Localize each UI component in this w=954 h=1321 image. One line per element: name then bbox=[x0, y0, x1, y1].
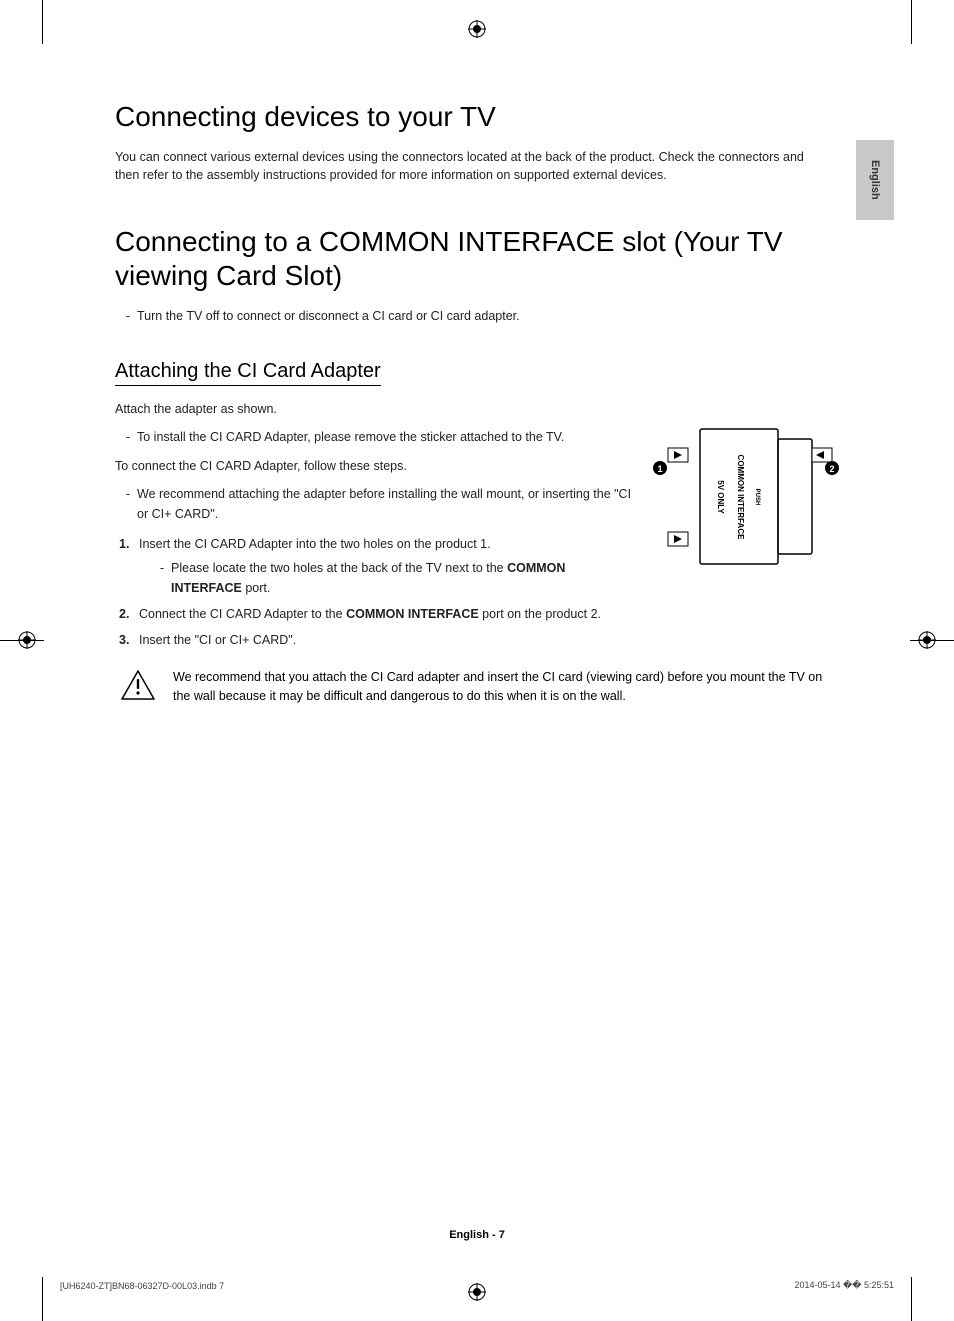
callout-label: 2 bbox=[829, 464, 834, 474]
language-tab-label: English bbox=[869, 160, 881, 200]
callout-label: 1 bbox=[657, 464, 662, 474]
step-text: Insert the "CI or CI+ CARD". bbox=[139, 630, 830, 650]
footer-filename: [UH6240-ZT]BN68-06327D-00L03.indb 7 bbox=[60, 1281, 224, 1291]
section1-title: Connecting devices to your TV bbox=[115, 100, 830, 134]
warning-icon bbox=[121, 670, 155, 700]
dash-bullet: - bbox=[119, 427, 137, 447]
list-text: Turn the TV off to connect or disconnect… bbox=[137, 306, 830, 326]
step-number: 1. bbox=[119, 534, 139, 598]
section2-title: Connecting to a COMMON INTERFACE slot (Y… bbox=[115, 225, 830, 292]
warning-text: We recommend that you attach the CI Card… bbox=[173, 668, 830, 706]
list-text: We recommend attaching the adapter befor… bbox=[137, 484, 635, 524]
step-number: 2. bbox=[119, 604, 139, 624]
list-item: - We recommend attaching the adapter bef… bbox=[119, 484, 635, 524]
section3-p2: To connect the CI CARD Adapter, follow t… bbox=[115, 457, 635, 476]
warning-note: We recommend that you attach the CI Card… bbox=[115, 668, 830, 706]
list-item: - Turn the TV off to connect or disconne… bbox=[119, 306, 830, 326]
list-text: To install the CI CARD Adapter, please r… bbox=[137, 427, 635, 447]
step-text: Insert the CI CARD Adapter into the two … bbox=[139, 537, 491, 551]
section3-heading: Attaching the CI Card Adapter bbox=[115, 360, 381, 386]
registration-mark-icon bbox=[468, 1283, 486, 1301]
list-item: - To install the CI CARD Adapter, please… bbox=[119, 427, 635, 447]
list-item: 1. Insert the CI CARD Adapter into the t… bbox=[119, 534, 635, 598]
crop-mark bbox=[911, 0, 912, 44]
figure-label: COMMON INTERFACE bbox=[736, 455, 745, 541]
page-content: Connecting devices to your TV You can co… bbox=[115, 100, 830, 705]
figure-label: PUSH bbox=[754, 489, 760, 506]
registration-mark-icon bbox=[18, 631, 36, 649]
ci-adapter-diagram: COMMON INTERFACE 5V ONLY PUSH 1 2 bbox=[650, 424, 840, 574]
dash-bullet: - bbox=[119, 484, 137, 524]
section1-intro: You can connect various external devices… bbox=[115, 148, 830, 186]
dash-bullet: - bbox=[119, 306, 137, 326]
figure-label: 5V ONLY bbox=[716, 481, 725, 515]
crop-mark bbox=[911, 1277, 912, 1321]
language-tab: English bbox=[856, 140, 894, 220]
footer-timestamp: 2014-05-14 �� 5:25:51 bbox=[794, 1280, 894, 1291]
step-text: Connect the CI CARD Adapter to the COMMO… bbox=[139, 604, 830, 624]
crop-mark bbox=[42, 1277, 43, 1321]
page-number: English - 7 bbox=[449, 1229, 505, 1241]
registration-mark-icon bbox=[468, 20, 486, 38]
registration-mark-icon bbox=[918, 631, 936, 649]
list-item: 3. Insert the "CI or CI+ CARD". bbox=[119, 630, 830, 650]
step-number: 3. bbox=[119, 630, 139, 650]
sub-step-text: Please locate the two holes at the back … bbox=[171, 558, 635, 598]
list-item: 2. Connect the CI CARD Adapter to the CO… bbox=[119, 604, 830, 624]
dash-bullet: - bbox=[153, 558, 171, 598]
section3-p1: Attach the adapter as shown. bbox=[115, 400, 635, 419]
crop-mark bbox=[42, 0, 43, 44]
